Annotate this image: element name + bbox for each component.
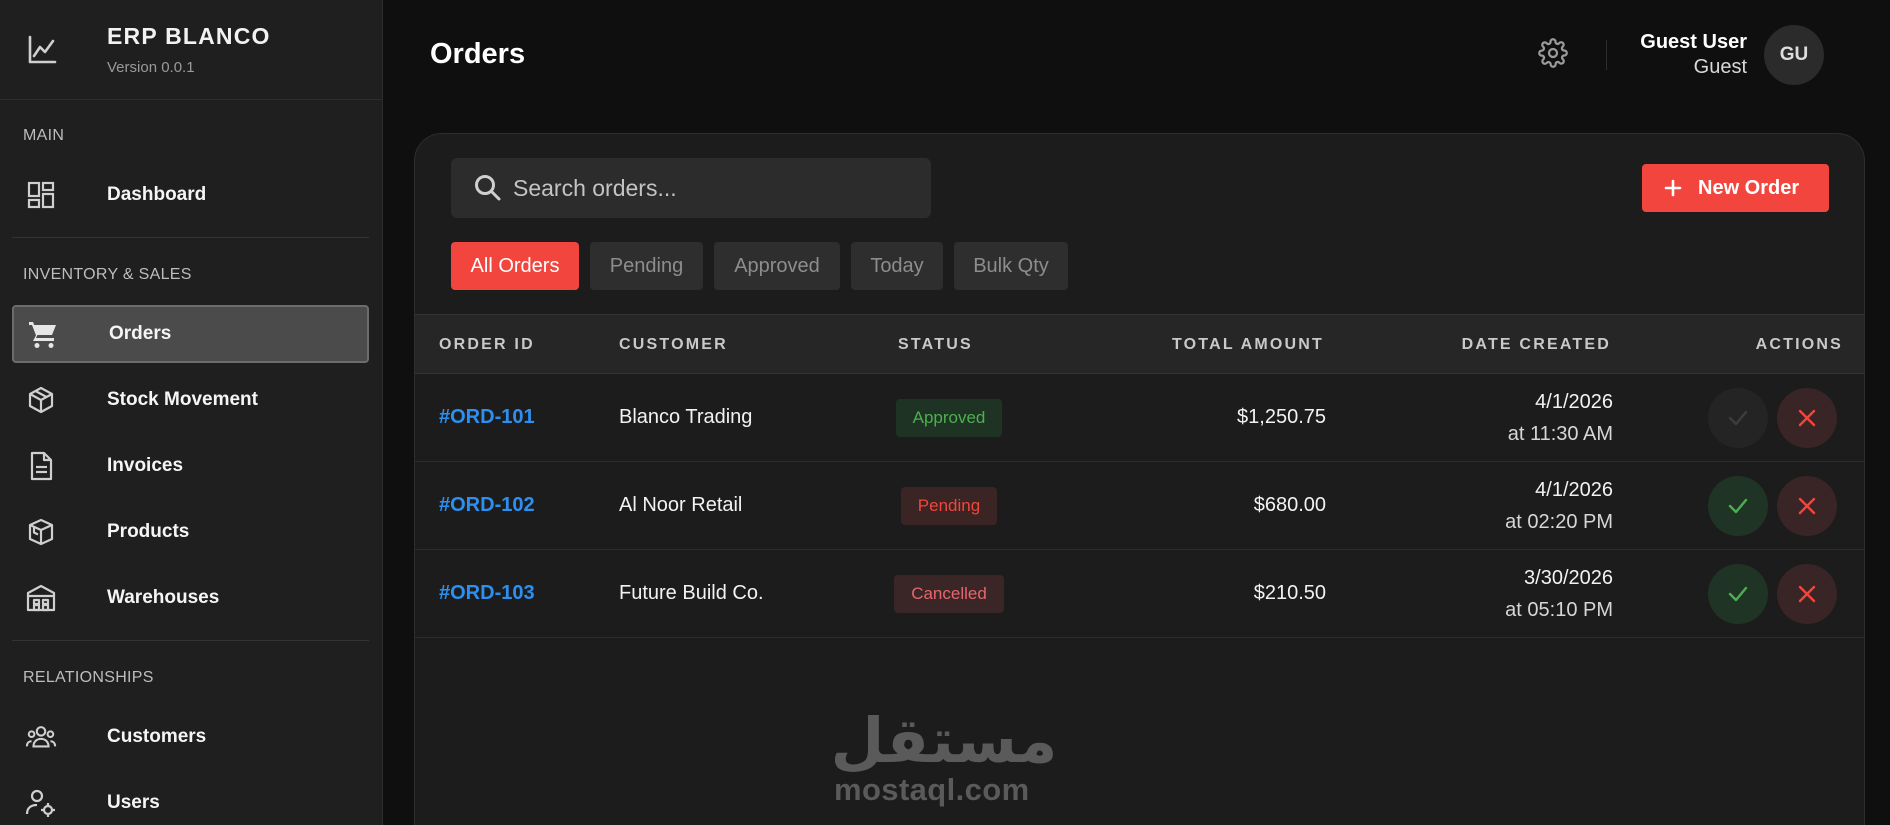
sidebar-item-warehouses[interactable]: Warehouses [12, 569, 369, 627]
order-id-link[interactable]: #ORD-102 [439, 494, 535, 517]
chart-line-icon [24, 32, 60, 68]
status-badge: Approved [896, 399, 1002, 437]
close-icon [1798, 497, 1816, 515]
sidebar-item-label: Stock Movement [107, 389, 258, 410]
box-icon [25, 384, 57, 416]
plus-icon [1663, 178, 1683, 198]
time-value: at 05:10 PM [1505, 599, 1613, 621]
user-cog-icon [25, 787, 57, 819]
page-title: Orders [430, 38, 526, 70]
column-header-actions: ACTIONS [1755, 336, 1843, 353]
group-icon [25, 721, 57, 753]
filter-approved[interactable]: Approved [714, 242, 840, 290]
reject-button[interactable] [1777, 564, 1837, 624]
section-label-inventory: INVENTORY & SALES [23, 266, 192, 283]
total-amount: $680.00 [1253, 494, 1326, 516]
status-badge: Cancelled [894, 575, 1004, 613]
date-created: 4/1/2026 at 11:30 AM [1508, 386, 1613, 450]
column-header-customer[interactable]: CUSTOMER [619, 336, 728, 354]
table-header: ORDER ID CUSTOMER STATUS TOTAL AMOUNT DA… [415, 314, 1864, 374]
filter-today[interactable]: Today [851, 242, 943, 290]
close-icon [1798, 409, 1816, 427]
customer-name: Al Noor Retail [619, 494, 743, 516]
sidebar-item-stock-movement[interactable]: Stock Movement [12, 371, 369, 429]
approve-button[interactable] [1708, 388, 1768, 448]
close-icon [1798, 585, 1816, 603]
sidebar-item-label: Customers [107, 726, 207, 747]
column-header-order-id[interactable]: ORDER ID [439, 336, 535, 354]
search-input[interactable] [513, 158, 913, 218]
cube-icon [25, 516, 57, 548]
avatar[interactable]: GU [1764, 25, 1824, 85]
customer-name: Blanco Trading [619, 406, 753, 428]
total-amount: $1,250.75 [1237, 406, 1326, 428]
customer-name: Future Build Co. [619, 582, 764, 604]
filter-bulk-qty[interactable]: Bulk Qty [954, 242, 1068, 290]
section-label-main: MAIN [23, 127, 65, 144]
sidebar-divider [12, 237, 369, 238]
table-row: #ORD-103 Future Build Co. Cancelled $210… [415, 550, 1864, 638]
filter-pending[interactable]: Pending [590, 242, 703, 290]
check-icon [1728, 410, 1748, 426]
watermark-text: mostaql.com [834, 772, 1030, 807]
table-row: #ORD-101 Blanco Trading Approved $1,250.… [415, 374, 1864, 462]
document-icon [25, 450, 57, 482]
section-label-relationships: RELATIONSHIPS [23, 669, 154, 686]
user-role: Guest [1693, 56, 1747, 78]
sidebar-item-label: Orders [109, 323, 172, 344]
watermark-logo: مستقل [831, 704, 1058, 777]
sidebar-item-label: Dashboard [107, 184, 207, 205]
date-value: 3/30/2026 [1524, 567, 1613, 589]
date-value: 4/1/2026 [1535, 479, 1613, 501]
reject-button[interactable] [1777, 476, 1837, 536]
brand-title: ERP BLANCO [107, 23, 271, 49]
sidebar-item-dashboard[interactable]: Dashboard [12, 166, 369, 224]
sidebar-item-label: Products [107, 521, 190, 542]
total-amount: $210.50 [1253, 582, 1326, 604]
sidebar-item-customers[interactable]: Customers [12, 708, 369, 766]
gear-icon [1538, 37, 1568, 73]
order-id-link[interactable]: #ORD-103 [439, 582, 535, 605]
cart-icon [27, 318, 59, 350]
approve-button[interactable] [1708, 476, 1768, 536]
brand-version: Version 0.0.1 [107, 59, 195, 76]
check-icon [1728, 498, 1748, 514]
sidebar-item-label: Users [107, 792, 160, 813]
sidebar-item-products[interactable]: Products [12, 503, 369, 561]
dashboard-icon [25, 179, 57, 211]
column-header-date-created[interactable]: DATE CREATED [1462, 336, 1611, 354]
search-box[interactable] [451, 158, 931, 218]
sidebar-item-label: Invoices [107, 455, 184, 476]
check-icon [1728, 586, 1748, 602]
time-value: at 02:20 PM [1505, 511, 1613, 533]
sidebar-item-invoices[interactable]: Invoices [12, 437, 369, 495]
sidebar: ERP BLANCO Version 0.0.1 MAIN Dashboard … [0, 0, 383, 825]
orders-panel: New Order All Orders Pending Approved To… [414, 133, 1865, 825]
table-row: #ORD-102 Al Noor Retail Pending $680.00 … [415, 462, 1864, 550]
time-value: at 11:30 AM [1507, 423, 1613, 445]
column-header-total-amount[interactable]: TOTAL AMOUNT [1172, 336, 1324, 354]
user-name: Guest User [1640, 31, 1747, 53]
new-order-label: New Order [1698, 176, 1800, 199]
reject-button[interactable] [1777, 388, 1837, 448]
watermark-arabic: مستقل [835, 704, 1054, 774]
date-created: 4/1/2026 at 02:20 PM [1505, 474, 1613, 538]
approve-button[interactable] [1708, 564, 1768, 624]
sidebar-item-orders[interactable]: Orders [12, 305, 369, 363]
filter-all-orders[interactable]: All Orders [451, 242, 579, 290]
settings-button[interactable] [1537, 37, 1569, 73]
order-id-link[interactable]: #ORD-101 [439, 406, 535, 429]
sidebar-item-label: Warehouses [107, 587, 220, 608]
new-order-button[interactable]: New Order [1642, 164, 1829, 212]
sidebar-item-users[interactable]: Users [12, 774, 369, 825]
search-icon [472, 172, 504, 204]
sidebar-divider [12, 640, 369, 641]
column-header-status[interactable]: STATUS [898, 336, 973, 354]
date-created: 3/30/2026 at 05:10 PM [1505, 562, 1613, 626]
date-value: 4/1/2026 [1535, 391, 1613, 413]
header-divider [1606, 40, 1607, 70]
warehouse-icon [25, 582, 57, 614]
status-badge: Pending [901, 487, 997, 525]
brand: ERP BLANCO Version 0.0.1 [0, 0, 382, 100]
